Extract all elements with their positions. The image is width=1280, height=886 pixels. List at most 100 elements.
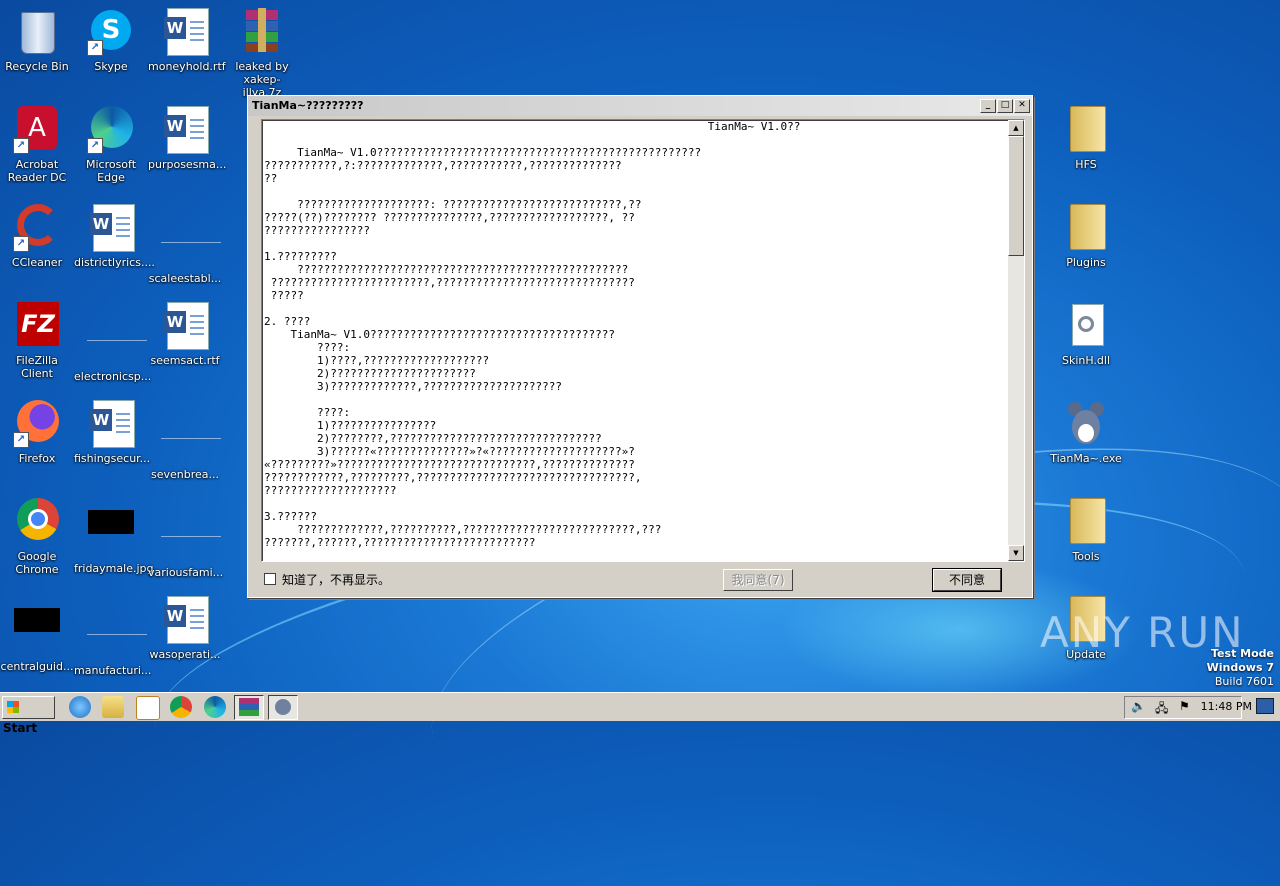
desktop-icon-moneyhold-rtf[interactable]: W moneyhold.rtf — [148, 8, 226, 73]
action-center-flag-icon[interactable]: ⚑ — [1179, 699, 1190, 713]
license-text-line: TianMa~ V1.0????????????????????????????… — [264, 328, 615, 341]
desktop-icon-skype[interactable]: S ↗ Skype — [74, 8, 148, 73]
desktop-icon-microsoft-edge[interactable]: ↗ Microsoft Edge — [74, 106, 148, 184]
winrar-task-button[interactable] — [234, 695, 264, 720]
agree-button[interactable]: 我同意(7) — [723, 569, 793, 591]
tianma-license-dialog: TianMa~????????? _ □ ✕ TianMa~ V1.0?? Ti… — [247, 95, 1033, 598]
desktop-icon-filezilla[interactable]: FZ FileZilla Client — [0, 302, 74, 380]
desktop-icon-seemsact[interactable]: W seemsact.rtf — [148, 302, 222, 367]
network-icon[interactable]: 🖧 — [1155, 699, 1168, 720]
maximize-icon[interactable]: □ — [997, 99, 1013, 113]
desktop-icon-wasoperati[interactable]: W wasoperati... — [148, 596, 222, 661]
desktop-icon-variousfami[interactable]: variousfami... — [148, 498, 223, 579]
chrome-taskbar-icon[interactable] — [170, 696, 192, 718]
dialog-titlebar[interactable]: TianMa~????????? _ □ ✕ — [248, 96, 1032, 116]
desktop-icon-fishingsecur[interactable]: W fishingsecur... — [74, 400, 150, 465]
desktop-icon-firefox[interactable]: ↗ Firefox — [0, 400, 74, 465]
minimize-icon[interactable]: _ — [980, 99, 996, 113]
word-document-icon: W — [87, 400, 135, 448]
license-text-line: TianMa~ V1.0?? — [264, 120, 801, 133]
license-text-line: 1)???????????????? — [264, 419, 437, 432]
scroll-thumb[interactable] — [1008, 136, 1024, 256]
disagree-button[interactable]: 不同意 — [932, 568, 1002, 592]
recycle-bin-icon — [13, 8, 61, 56]
desktop-icon-skinh-dll[interactable]: SkinH.dll — [1049, 302, 1123, 367]
license-text-line — [264, 497, 1008, 510]
word-document-icon: W — [161, 302, 209, 350]
taskbar: Start 🔈 🖧 ⚑ 11:48 PM — [0, 692, 1280, 735]
windows-logo-icon — [7, 701, 19, 713]
desktop-icon-fridaymale[interactable]: fridaymale.jpg — [74, 498, 153, 575]
edge-taskbar-icon[interactable] — [204, 696, 226, 718]
license-text-line: ?????????????,??????????,???????????????… — [264, 523, 662, 536]
checkbox-label: 知道了，不再显示。 — [282, 573, 391, 587]
media-player-icon[interactable] — [136, 696, 160, 720]
desktop-icon-google-chrome[interactable]: Google Chrome — [0, 498, 74, 576]
folder-icon — [1062, 498, 1110, 546]
desktop-icon-tools[interactable]: Tools — [1049, 498, 1123, 563]
license-text-line: ????: — [264, 341, 351, 354]
license-text-line: ????????????????????????????????????????… — [264, 263, 629, 276]
license-text-line: 2)????????,?????????????????????????????… — [264, 432, 602, 445]
license-text-line: ????????????,?????????,?????????????????… — [264, 471, 642, 484]
start-button[interactable]: Start — [2, 696, 55, 735]
explorer-folder-icon[interactable] — [102, 696, 124, 718]
close-icon[interactable]: ✕ — [1014, 99, 1030, 113]
license-text-box[interactable]: TianMa~ V1.0?? TianMa~ V1.0?????????????… — [261, 119, 1025, 562]
edge-icon: ↗ — [87, 106, 135, 154]
dll-file-icon — [1062, 302, 1110, 350]
desktop-icon-manufacturi[interactable]: manufacturi... — [74, 596, 151, 677]
desktop-icon-sevenbrea[interactable]: sevenbrea... — [148, 400, 222, 481]
desktop-icon-districtlyrics[interactable]: W districtlyrics.... — [74, 204, 155, 269]
checkbox-box[interactable] — [264, 573, 276, 585]
mouse-app-icon — [1062, 400, 1110, 448]
word-document-icon: W — [87, 204, 135, 252]
desktop-icon-leaked-7z[interactable]: leaked by xakep-illya.7z — [225, 8, 299, 99]
desktop-icon-tianma-exe[interactable]: TianMa~.exe — [1049, 400, 1123, 465]
show-desktop-icon[interactable] — [1256, 698, 1274, 714]
license-text-line — [264, 393, 1008, 406]
word-document-icon: W — [161, 8, 209, 56]
scroll-up-icon[interactable]: ▲ — [1008, 120, 1024, 136]
license-text-line: ?????(??)???????? ???????????????,??????… — [264, 211, 635, 224]
license-text-line: 3)?????????????,????????????????????? — [264, 380, 563, 393]
license-text-line: ????????????????????????,???????????????… — [264, 276, 635, 289]
license-text-line: ????????????????????: ??????????????????… — [264, 198, 642, 211]
tianma-task-button[interactable] — [268, 695, 298, 720]
test-mode-notice: Test Mode Windows 7 Build 7601 — [1206, 647, 1274, 688]
desktop-icon-hfs[interactable]: HFS — [1049, 106, 1123, 171]
license-text-line: 1.????????? — [264, 250, 337, 263]
license-text-line — [264, 185, 1008, 198]
desktop-icon-electronicsp[interactable]: electronicsp... — [74, 302, 151, 383]
license-text-line: ???????????????????? — [264, 484, 397, 497]
taskbar-clock[interactable]: 11:48 PM — [1201, 696, 1252, 717]
dont-show-again-checkbox[interactable]: 知道了，不再显示。 — [264, 573, 390, 587]
license-text-line: 3.?????? — [264, 510, 317, 523]
winrar-archive-icon — [238, 8, 286, 56]
license-text-line: TianMa~ V1.0????????????????????????????… — [264, 146, 702, 159]
desktop-icon-plugins[interactable]: Plugins — [1049, 204, 1123, 269]
desktop-icon-purposesma[interactable]: W purposesma... — [148, 106, 226, 171]
volume-icon[interactable]: 🔈 — [1131, 699, 1146, 713]
desktop-icon-scaleestabl[interactable]: scaleestabl... — [148, 204, 222, 285]
skype-icon: S ↗ — [87, 8, 135, 56]
license-text-line — [264, 302, 1008, 315]
license-text-line: ????: — [264, 406, 351, 419]
scroll-down-icon[interactable]: ▼ — [1008, 545, 1024, 561]
desktop-icon-recycle-bin[interactable]: Recycle Bin — [0, 8, 74, 73]
desktop-icon-acrobat-reader[interactable]: A ↗ Acrobat Reader DC — [0, 106, 74, 184]
vertical-scrollbar[interactable]: ▲ ▼ — [1008, 120, 1024, 561]
desktop-icon-ccleaner[interactable]: ↗ CCleaner — [0, 204, 74, 269]
word-document-icon: W — [161, 596, 209, 644]
filezilla-icon: FZ — [13, 302, 61, 350]
license-text-line: 3)??????«??????????????»?«??????????????… — [264, 445, 635, 458]
dialog-title: TianMa~????????? — [252, 99, 364, 112]
image-file-icon — [87, 510, 135, 558]
license-text: TianMa~ V1.0?? TianMa~ V1.0?????????????… — [264, 120, 1008, 561]
desktop-icon-centralguid[interactable]: centralguid... — [0, 596, 74, 673]
internet-explorer-icon[interactable] — [69, 696, 91, 718]
license-text-line: ????? — [264, 289, 304, 302]
license-text-line: ???????????????? — [264, 224, 370, 237]
license-text-line: 2)?????????????????????? — [264, 367, 476, 380]
license-text-line: ???????,??????,?????????????????????????… — [264, 536, 536, 549]
